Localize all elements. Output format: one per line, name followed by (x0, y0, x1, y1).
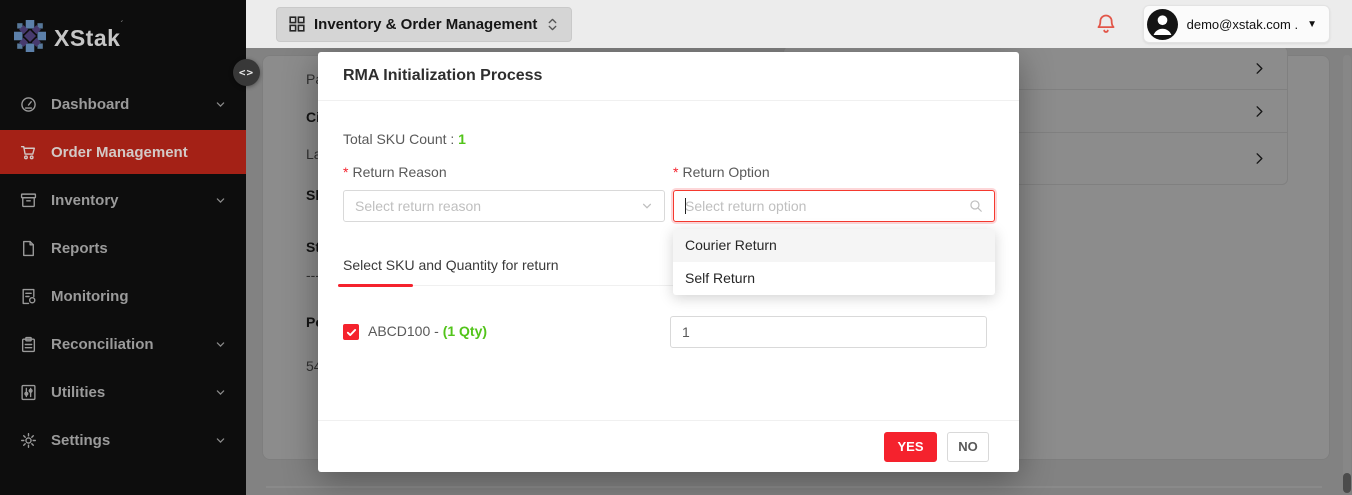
sku-checkbox[interactable] (343, 324, 359, 340)
text-cursor (685, 198, 686, 214)
chevron-down-icon (215, 195, 226, 206)
inventory-icon (20, 192, 37, 209)
reports-icon (20, 240, 37, 257)
return-option-dropdown: Courier Return Self Return (673, 229, 995, 295)
sku-code: ABCD100 - (368, 323, 443, 339)
modal-title: RMA Initialization Process (343, 67, 542, 85)
modal-footer: YES NO (318, 420, 1019, 472)
user-email: demo@xstak.com . (1187, 17, 1298, 32)
caret-down-icon: ▼ (1307, 19, 1317, 30)
no-button[interactable]: NO (947, 432, 989, 462)
chevron-down-icon (215, 99, 226, 110)
reconciliation-icon (20, 336, 37, 353)
logo-mark: ´ (120, 20, 123, 31)
app-window: XStak ´ Dashboard Order Managem (0, 0, 1352, 495)
return-reason-select[interactable]: Select return reason (343, 190, 665, 222)
sidebar-item-label: Reconciliation (51, 336, 215, 353)
user-menu-button[interactable]: demo@xstak.com . ▼ (1143, 5, 1330, 43)
xstak-logo: XStak ´ (0, 0, 246, 52)
collapse-icon: <> (239, 66, 254, 79)
yes-button[interactable]: YES (884, 432, 937, 462)
sidebar: XStak ´ Dashboard Order Managem (0, 0, 246, 495)
cart-icon (20, 144, 37, 161)
sidebar-item-label: Utilities (51, 384, 215, 401)
sidebar-item-utilities[interactable]: Utilities (0, 370, 246, 414)
dropdown-option-courier-return[interactable]: Courier Return (673, 229, 995, 262)
sidebar-item-label: Monitoring (51, 288, 226, 305)
total-sku-label: Total SKU Count : (343, 131, 458, 147)
app-switcher-label: Inventory & Order Management (314, 16, 537, 33)
topbar-right: demo@xstak.com . ▼ (1095, 5, 1352, 43)
logo-text: XStak (54, 25, 120, 52)
tab-select-sku[interactable]: Select SKU and Quantity for return (343, 257, 559, 273)
sidebar-item-dashboard[interactable]: Dashboard (0, 82, 246, 126)
sidebar-item-inventory[interactable]: Inventory (0, 178, 246, 222)
sidebar-item-monitoring[interactable]: Monitoring (0, 274, 246, 318)
sidebar-item-label: Inventory (51, 192, 215, 209)
sidebar-menu: Dashboard Order Management Inventory (0, 82, 246, 462)
return-option-input[interactable] (685, 198, 969, 214)
sidebar-item-label: Settings (51, 432, 215, 449)
return-option-label: *Return Option (673, 164, 770, 180)
label-text: Return Option (682, 164, 769, 180)
return-reason-label: *Return Reason (343, 164, 447, 180)
sidebar-collapse-button[interactable]: <> (233, 59, 260, 86)
return-reason-placeholder: Select return reason (355, 198, 641, 214)
notification-bell-icon[interactable] (1095, 13, 1117, 35)
content-area: Pa Cit La Sh Sta --- Po 54 (246, 48, 1352, 495)
sidebar-item-label: Reports (51, 240, 226, 257)
rma-modal: RMA Initialization Process Total SKU Cou… (318, 52, 1019, 472)
total-sku-value: 1 (458, 131, 466, 147)
sidebar-item-reports[interactable]: Reports (0, 226, 246, 270)
chevron-down-icon (215, 339, 226, 350)
monitoring-icon (20, 288, 37, 305)
gear-icon (20, 432, 37, 449)
sidebar-item-label: Dashboard (51, 96, 215, 113)
app-switcher-button[interactable]: Inventory & Order Management (276, 7, 572, 42)
grid-icon (289, 16, 305, 32)
chevron-down-icon (215, 387, 226, 398)
tab-active-indicator (338, 284, 413, 287)
search-icon (969, 199, 983, 213)
sidebar-item-label: Order Management (51, 144, 226, 161)
label-text: Return Reason (352, 164, 446, 180)
chevron-down-icon (641, 200, 653, 212)
required-asterisk: * (343, 164, 348, 180)
sidebar-item-order-management[interactable]: Order Management (0, 130, 246, 174)
topbar: Inventory & Order Management (246, 0, 1352, 48)
dropdown-option-self-return[interactable]: Self Return (673, 262, 995, 295)
modal-header: RMA Initialization Process (318, 52, 1019, 101)
xstak-logo-icon (14, 20, 46, 52)
sku-qty-badge: (1 Qty) (443, 323, 487, 339)
total-sku-count: Total SKU Count : 1 (343, 131, 466, 147)
quantity-input[interactable] (670, 316, 987, 348)
main-area: Inventory & Order Management (246, 0, 1352, 495)
utilities-icon (20, 384, 37, 401)
sku-label: ABCD100 - (1 Qty) (368, 323, 487, 339)
dashboard-icon (20, 96, 37, 113)
sidebar-item-settings[interactable]: Settings (0, 418, 246, 462)
sidebar-item-reconciliation[interactable]: Reconciliation (0, 322, 246, 366)
avatar (1147, 9, 1178, 40)
required-asterisk: * (673, 164, 678, 180)
chevron-down-icon (215, 435, 226, 446)
updown-icon (546, 17, 559, 32)
modal-body: Total SKU Count : 1 *Return Reason *Retu… (318, 101, 1019, 420)
return-option-select[interactable] (673, 190, 995, 222)
